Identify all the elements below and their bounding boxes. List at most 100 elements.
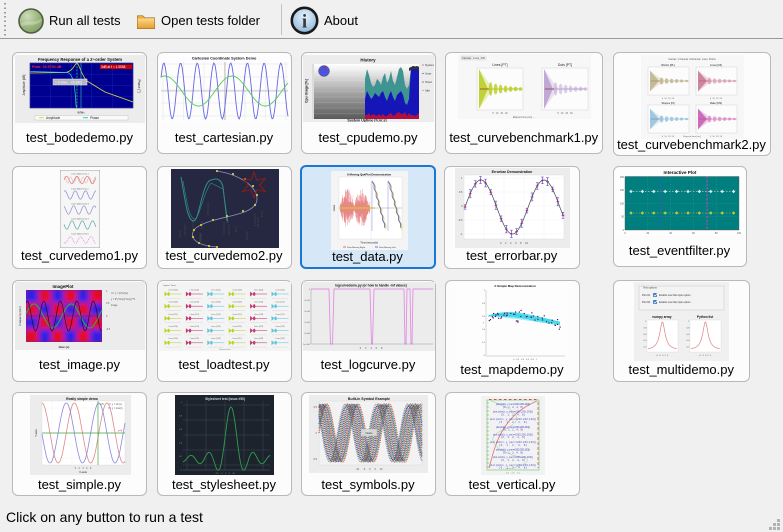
svg-text:5 10 15 20: 5 10 15 20 (557, 112, 573, 115)
svg-text:Lines [228]: Lines [228] (253, 338, 263, 340)
svg-text:1e-80: 1e-80 (304, 333, 310, 335)
svg-text:-0.5: -0.5 (313, 458, 318, 461)
svg-text:Lines [218]: Lines [218] (168, 326, 178, 328)
svg-text:Lines [229]: Lines [229] (275, 338, 285, 340)
svg-text:Lines [224]: Lines [224] (168, 338, 178, 340)
svg-text:Time [seconds]: Time [seconds] (360, 241, 378, 245)
svg-text:-0.5: -0.5 (106, 328, 111, 331)
svg-text:Lines [206]: Lines [206] (168, 301, 178, 303)
svg-text:Lines [NI]: Lines [NI] (710, 63, 722, 67)
svg-text:Lines [212]: Lines [212] (168, 313, 178, 315)
svg-text:[0, 1, 2, 4, 8]: [0, 1, 2, 4, 8] (503, 429, 523, 432)
svg-text:0 2 4 6 8: 0 2 4 6 8 (74, 468, 91, 470)
svg-text:Rate [NS]: Rate [NS] (710, 101, 722, 105)
svg-text:150: 150 (620, 189, 625, 192)
svg-text:Lines [208]: Lines [208] (211, 301, 221, 303)
svg-text:Lines Style Demo 2: Lines Style Demo 2 (71, 187, 89, 190)
svg-text:Lines [202]: Lines [202] (211, 289, 221, 291)
svg-text:Lines [225]: Lines [225] (189, 338, 199, 340)
svg-text:Elapsed time: Elapsed time (219, 348, 231, 351)
svg-text:Cartesian Coordinate System De: Cartesian Coordinate System Demo (192, 57, 257, 61)
svg-text:Lines [220]: Lines [220] (211, 326, 221, 328)
svg-text:Lines [PT]: Lines [PT] (492, 63, 507, 67)
svg-text:Python list: Python list (697, 315, 714, 319)
svg-text:Plot #2: Plot #2 (642, 300, 651, 304)
svg-text:X-axis: X-axis (79, 470, 87, 474)
svg-text:Peak: 33.9794 dB: Peak: 33.9794 dB (32, 65, 62, 69)
svg-text:Built-in Symbol Example: Built-in Symbol Example (348, 397, 390, 401)
svg-text:y = sin(x): y = sin(x) (112, 403, 122, 406)
svg-text:User: User (425, 71, 432, 75)
svg-text:-4 -2 0 2 4: -4 -2 0 2 4 (699, 355, 712, 357)
svg-text:1e-20: 1e-20 (304, 300, 310, 302)
svg-text:System: System (425, 63, 434, 67)
svg-text:Enable new flat style option: Enable new flat style option (659, 300, 691, 304)
svg-text:Lines Style Demo 3: Lines Style Demo 3 (71, 202, 89, 205)
svg-text:Test options: Test options (643, 286, 658, 290)
svg-text:200: 200 (620, 176, 625, 179)
svg-text:History: History (360, 57, 376, 62)
svg-text:image: image (111, 304, 118, 307)
svg-text:1e-40: 1e-40 (304, 311, 310, 313)
svg-text:-10 -5 0 5 10: -10 -5 0 5 10 (215, 473, 235, 475)
svg-text:-0.5: -0.5 (458, 218, 463, 222)
svg-text:Frequency (Hz): Frequency (Hz) (18, 306, 22, 325)
svg-text:Lines Style Demo 5: Lines Style Demo 5 (71, 232, 89, 235)
svg-text:[0, 1, 2, 4, 8]: [0, 1, 2, 4, 8] (501, 459, 525, 462)
svg-text:Lines [214]: Lines [214] (211, 313, 221, 315)
svg-text:Canvas: Canvas (462, 56, 471, 60)
svg-text:[0, 1, 2, 4, 8]: [0, 1, 2, 4, 8] (499, 421, 527, 424)
svg-text:1e-60: 1e-60 (304, 322, 310, 324)
svg-text:Plot #1: Plot #1 (642, 293, 651, 297)
svg-text:Notes: Notes (366, 431, 373, 435)
svg-text:i: i (302, 12, 307, 33)
svg-text:Lines [227]: Lines [227] (232, 338, 242, 340)
svg-text:Lines [226]: Lines [226] (211, 338, 221, 340)
svg-text:[0, 1, 2, 4, 8]: [0, 1, 2, 4, 8] (501, 413, 525, 416)
svg-text:Amplitude: Amplitude (46, 116, 60, 120)
svg-text:A Simple Map Demonstration: A Simple Map Demonstration (494, 284, 536, 288)
svg-text:5 10 15 20: 5 10 15 20 (662, 98, 675, 100)
svg-text:Layout Tests: Layout Tests (163, 284, 177, 287)
svg-text:y=0: y=0 (118, 428, 123, 432)
svg-text:-10 -5 0 5: -10 -5 0 5 10 (356, 468, 384, 471)
svg-text:logcurvedemo.py (or how to han: logcurvedemo.py (or how to handle -inf v… (335, 283, 407, 287)
svg-text:Elapsed time [ms] →: Elapsed time [ms] → (513, 116, 535, 119)
svg-text:Lines [221]: Lines [221] (232, 326, 242, 328)
svg-text:Lines [205]: Lines [205] (275, 289, 285, 291)
svg-text:[0, 1, 2, 4, 8]: [0, 1, 2, 4, 8] (501, 436, 525, 439)
svg-text:[0, 1, 2, 4, 8]: [0, 1, 2, 4, 8] (499, 444, 527, 447)
svg-text:Slopes [N]: Slopes [N] (661, 101, 674, 105)
svg-text:Cpu Usage [%]: Cpu Usage [%] (305, 79, 309, 103)
svg-text:Y-axis: Y-axis (34, 428, 38, 436)
svg-text:Frequency Response of a 2¹-ord: Frequency Response of a 2¹-order System (38, 57, 122, 62)
svg-text:Lines [211]: Lines [211] (275, 301, 285, 303)
svg-text:time (s): time (s) (59, 345, 70, 349)
svg-text:y = 8*y*sin(x)*sin(y)**2: y = 8*y*sin(x)*sin(y)**2 (111, 298, 136, 301)
svg-text:Amplitude [dB]: Amplitude [dB] (22, 74, 26, 95)
svg-text:Value: Value (332, 204, 336, 211)
svg-text:Phase: Phase (90, 116, 99, 120)
svg-text:Total: Total (425, 80, 432, 84)
svg-text:Lines [207]: Lines [207] (189, 301, 199, 303)
svg-text:Lines [223]: Lines [223] (275, 326, 285, 328)
svg-text:0.5: 0.5 (458, 190, 462, 194)
svg-text:ImagePlot: ImagePlot (53, 284, 75, 289)
svg-text:[0, 1, 2, 4, 8]: [0, 1, 2, 4, 8] (503, 406, 523, 409)
svg-text:System Uptime [h:m:s]: System Uptime [h:m:s] (347, 118, 386, 122)
svg-text:1e-100: 1e-100 (303, 344, 311, 346)
svg-text:Lines [204]: Lines [204] (253, 289, 263, 291)
svg-text:Lines [201]: Lines [201] (189, 289, 199, 291)
svg-text:0 2 4 6 8: 0 2 4 6 8 10 (499, 241, 528, 245)
svg-text:Interactive Plot: Interactive Plot (664, 170, 697, 175)
svg-text:Lines [222]: Lines [222] (253, 326, 263, 328)
svg-text:0 2 4 6 8: 0 2 4 6 8 (359, 347, 382, 350)
svg-text:[0, 1, 2, 4, 8]: [0, 1, 2, 4, 8] (503, 451, 523, 454)
svg-text:-4 -2 0 2 4: -4 -2 0 2 4 (656, 355, 669, 357)
svg-text:5 10 15 20: 5 10 15 20 (710, 98, 723, 100)
svg-text:Lines [216]: Lines [216] (253, 313, 263, 315)
svg-text:Lines [209]: Lines [209] (232, 301, 242, 303)
svg-text:Really simple demo: Really simple demo (66, 397, 98, 401)
svg-text:Lines Style Demo 1: Lines Style Demo 1 (71, 172, 89, 175)
svg-text:Phase [°]: Phase [°] (137, 79, 141, 92)
